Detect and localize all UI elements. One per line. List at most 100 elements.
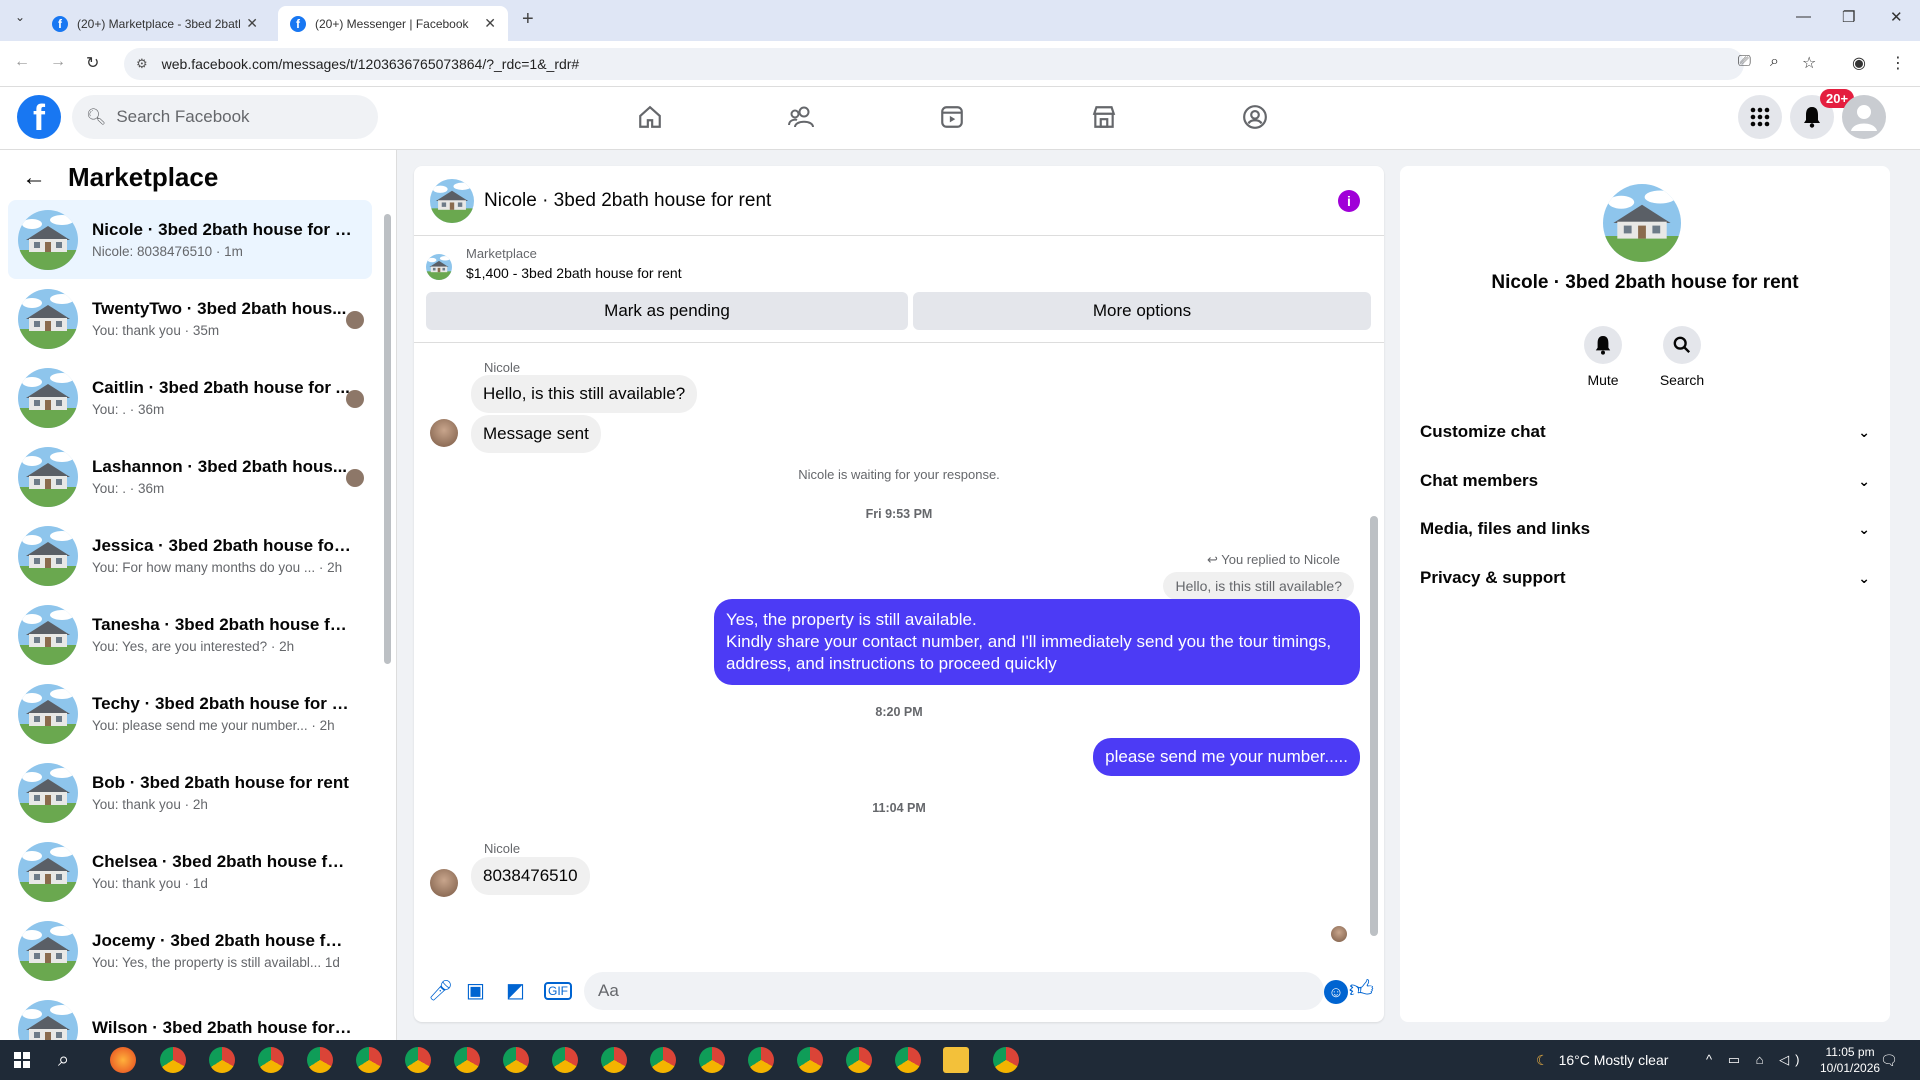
back-arrow-icon[interactable]: ← — [22, 164, 46, 192]
menu-grid-icon[interactable] — [1738, 95, 1782, 139]
firefox-icon[interactable] — [110, 1047, 136, 1073]
facebook-logo-icon[interactable]: f — [17, 95, 61, 139]
close-tab-icon[interactable]: ✕ — [246, 15, 258, 32]
sender-avatar[interactable] — [430, 419, 458, 447]
chrome-icon[interactable] — [993, 1047, 1019, 1073]
account-avatar-icon[interactable] — [1842, 95, 1886, 139]
chrome-window-icon[interactable] — [748, 1047, 774, 1073]
tab-messenger[interactable]: f (20+) Messenger | Facebook ✕ — [278, 6, 508, 41]
photo-icon[interactable]: ▣ — [466, 978, 485, 1003]
outgoing-message[interactable]: Yes, the property is still available. Ki… — [714, 599, 1360, 685]
taskbar-search-icon[interactable]: ⌕ — [58, 1040, 69, 1080]
minimize-icon[interactable]: — — [1796, 8, 1811, 25]
conversation-item[interactable]: Jessica · 3bed 2bath house for re... You:… — [8, 516, 372, 595]
sender-avatar[interactable] — [430, 869, 458, 897]
home-icon[interactable] — [630, 97, 670, 137]
chrome-window-icon[interactable] — [797, 1047, 823, 1073]
system-tray-icons[interactable]: ^ ▭ ⌂ ◁) — [1706, 1040, 1805, 1080]
media-files-links-row[interactable]: Media, files and links ⌄ — [1420, 506, 1870, 552]
chat-members-row[interactable]: Chat members ⌄ — [1420, 458, 1870, 504]
file-explorer-icon[interactable] — [943, 1047, 969, 1073]
conversation-item[interactable]: Caitlin · 3bed 2bath house for ... You: .… — [8, 358, 372, 437]
gif-icon[interactable]: GIF — [544, 982, 572, 1000]
marketplace-icon[interactable] — [1084, 97, 1124, 137]
close-tab-icon[interactable]: ✕ — [484, 15, 496, 32]
bookmark-star-icon[interactable]: ☆ — [1802, 53, 1816, 73]
more-options-button[interactable]: More options — [913, 292, 1371, 330]
chrome-window-icon[interactable] — [160, 1047, 186, 1073]
sticker-icon[interactable]: ◩ — [506, 978, 525, 1003]
chat-profile-image[interactable] — [1603, 184, 1681, 262]
chrome-window-icon[interactable] — [454, 1047, 480, 1073]
incoming-message[interactable]: Message sent — [471, 415, 601, 453]
emoji-icon[interactable]: ☺ — [1324, 980, 1348, 1004]
message-input[interactable]: Aa — [584, 972, 1324, 1010]
chrome-window-icon[interactable] — [846, 1047, 872, 1073]
chrome-window-icon[interactable] — [405, 1047, 431, 1073]
conversation-item[interactable]: Lashannon · 3bed 2bath hous... You: . · 3… — [8, 437, 372, 516]
friends-icon[interactable] — [781, 97, 821, 137]
conversation-thumbnail — [18, 447, 78, 507]
chrome-window-icon[interactable] — [356, 1047, 382, 1073]
back-icon[interactable]: ← — [14, 53, 30, 71]
tab-marketplace[interactable]: f (20+) Marketplace - 3bed 2bath ✕ — [40, 6, 270, 41]
conversation-preview: You: thank you · 35m — [92, 323, 220, 338]
info-icon[interactable]: i — [1338, 190, 1360, 212]
conversation-item[interactable]: Chelsea · 3bed 2bath house for r... You: … — [8, 832, 372, 911]
chat-title[interactable]: Nicole · 3bed 2bath house for rent — [484, 190, 771, 212]
chrome-window-icon[interactable] — [699, 1047, 725, 1073]
chrome-window-icon[interactable] — [552, 1047, 578, 1073]
chrome-window-icon[interactable] — [503, 1047, 529, 1073]
tab-search-icon[interactable]: ⌄ — [8, 10, 32, 30]
listing-summary[interactable]: Marketplace $1,400 - 3bed 2bath house fo… — [426, 246, 682, 281]
new-tab-icon[interactable]: + — [522, 8, 534, 31]
chrome-window-icon[interactable] — [258, 1047, 284, 1073]
search-input[interactable]: 🔍︎ Search Facebook — [72, 95, 378, 139]
conversation-item[interactable]: Nicole · 3bed 2bath house for rent Nicole… — [8, 200, 372, 279]
weather-widget[interactable]: ☾ 16°C Mostly clear — [1536, 1040, 1668, 1080]
clock[interactable]: 11:05 pm 10/01/2026 — [1820, 1044, 1880, 1076]
chrome-window-icon[interactable] — [601, 1047, 627, 1073]
search-conversation-button[interactable]: Search — [1642, 326, 1722, 388]
profile-icon[interactable]: ◉ — [1852, 53, 1866, 73]
site-info-icon[interactable]: ⚙ — [136, 56, 148, 72]
zoom-icon[interactable]: ⌕ — [1770, 53, 1779, 71]
video-icon[interactable] — [932, 97, 972, 137]
quoted-message[interactable]: Hello, is this still available? — [1163, 572, 1354, 600]
chrome-window-icon[interactable] — [307, 1047, 333, 1073]
chrome-window-icon[interactable] — [650, 1047, 676, 1073]
outgoing-message[interactable]: please send me your number..... — [1093, 738, 1360, 776]
privacy-support-row[interactable]: Privacy & support ⌄ — [1420, 555, 1870, 601]
facebook-favicon-icon: f — [52, 15, 68, 32]
conversation-item[interactable]: Bob · 3bed 2bath house for rent You: than… — [8, 753, 372, 832]
conversation-item[interactable]: Wilson · 3bed 2bath house for r... — [8, 990, 372, 1040]
close-window-icon[interactable]: ✕ — [1890, 8, 1903, 26]
reload-icon[interactable]: ↻ — [86, 53, 99, 73]
menu-kebab-icon[interactable]: ⋮ — [1890, 53, 1906, 73]
conversation-item[interactable]: Jocemy · 3bed 2bath house for r... You: Y… — [8, 911, 372, 990]
gaming-icon[interactable] — [1235, 97, 1275, 137]
forward-icon[interactable]: → — [50, 53, 66, 71]
install-app-icon[interactable]: ⎚ — [1738, 53, 1751, 71]
microphone-icon[interactable]: 🎤︎ — [428, 978, 453, 1003]
chat-thumbnail[interactable] — [430, 179, 474, 223]
mute-button[interactable]: Mute — [1563, 326, 1643, 388]
conversation-item[interactable]: TwentyTwo · 3bed 2bath hous... You: thank… — [8, 279, 372, 358]
mark-as-pending-button[interactable]: Mark as pending — [426, 292, 908, 330]
windows-start-icon[interactable] — [14, 1052, 30, 1068]
chat-scrollbar[interactable] — [1370, 516, 1378, 936]
incoming-message[interactable]: Hello, is this still available? — [471, 375, 698, 413]
conversation-item[interactable]: Tanesha · 3bed 2bath house for ... You: Y… — [8, 595, 372, 674]
restore-icon[interactable]: ❐ — [1842, 8, 1855, 26]
notification-center-icon[interactable]: 🗨︎ — [1880, 1040, 1898, 1080]
chrome-window-icon[interactable] — [209, 1047, 235, 1073]
conversation-name: Tanesha · 3bed 2bath house for ... — [92, 615, 352, 634]
customize-chat-row[interactable]: Customize chat ⌄ — [1420, 409, 1870, 455]
chrome-window-icon[interactable] — [895, 1047, 921, 1073]
incoming-message[interactable]: 8038476510 — [471, 857, 590, 895]
conversation-item[interactable]: Techy · 3bed 2bath house for rent You: pl… — [8, 674, 372, 753]
sidebar-scrollbar[interactable] — [384, 214, 391, 664]
address-bar-row: ← → ↻ ⚙ web.facebook.com/messages/t/1203… — [0, 41, 1920, 87]
url-field[interactable]: ⚙ web.facebook.com/messages/t/1203636765… — [124, 48, 1744, 80]
thumbs-up-icon[interactable]: 👍︎ — [1349, 976, 1374, 1004]
